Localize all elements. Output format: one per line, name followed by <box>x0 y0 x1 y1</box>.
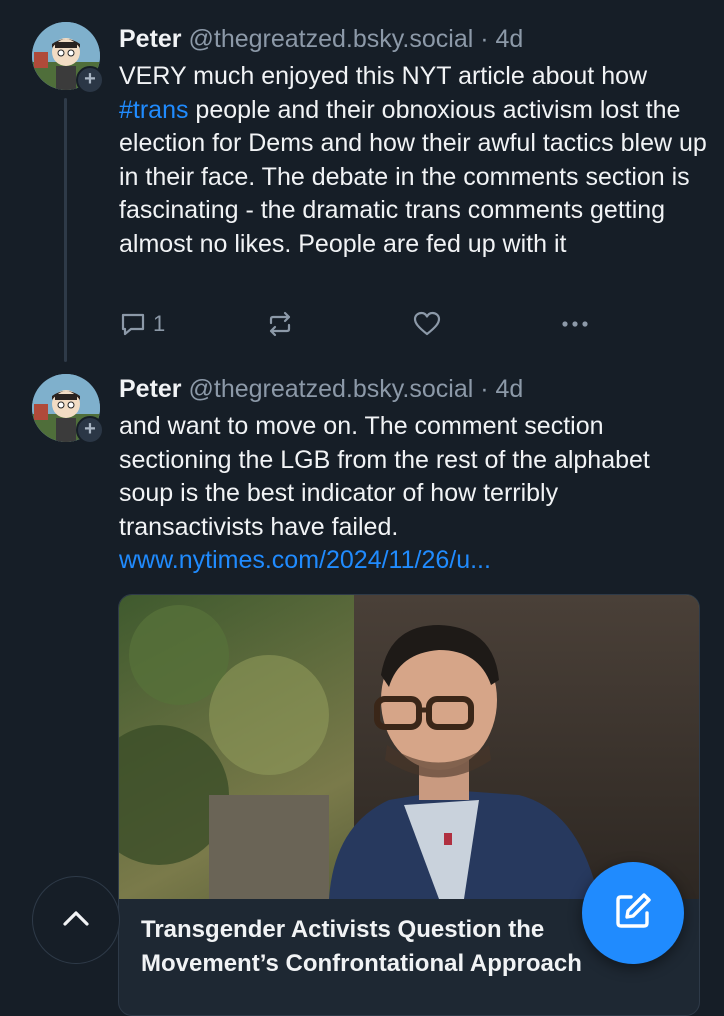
author-name[interactable]: Peter <box>119 375 182 403</box>
meta-separator: · <box>480 375 489 403</box>
post-age[interactable]: 4d <box>496 375 524 403</box>
article-image <box>119 595 699 899</box>
author-handle[interactable]: @thegreatzed.bsky.social <box>189 375 474 403</box>
post-meta: Peter @thegreatzed.bsky.social · 4d <box>119 24 523 54</box>
more-options-button[interactable] <box>559 309 591 339</box>
compose-icon <box>611 889 655 938</box>
thread-line <box>64 98 67 362</box>
scroll-to-top-button[interactable] <box>32 876 120 964</box>
meta-separator: · <box>480 25 489 53</box>
post-text: VERY much enjoyed this NYT article about… <box>119 60 709 261</box>
compose-button[interactable] <box>582 862 684 964</box>
speech-bubble-icon <box>119 310 147 338</box>
author-handle[interactable]: @thegreatzed.bsky.social <box>189 25 474 53</box>
plus-icon[interactable]: + <box>76 416 104 444</box>
post-age[interactable]: 4d <box>496 25 524 53</box>
plus-icon[interactable]: + <box>76 66 104 94</box>
hashtag-link[interactable]: #trans <box>119 96 188 124</box>
post-text-part: VERY much enjoyed this NYT article about… <box>119 62 648 90</box>
reply-button[interactable]: 1 <box>119 309 165 339</box>
repost-icon <box>265 310 295 338</box>
chevron-up-icon <box>61 908 91 933</box>
repost-button[interactable] <box>265 309 295 339</box>
post-meta: Peter @thegreatzed.bsky.social · 4d <box>119 374 523 404</box>
post-text-part: people and their obnoxious activism lost… <box>119 95 707 258</box>
post-1[interactable]: + Peter @thegreatzed.bsky.social · 4d VE… <box>0 0 724 370</box>
reply-count: 1 <box>153 311 166 336</box>
author-name[interactable]: Peter <box>119 25 182 53</box>
post-text-part: and want to move on. The comment section… <box>119 412 650 541</box>
post-text: and want to move on. The comment section… <box>119 410 709 578</box>
external-link[interactable]: www.nytimes.com/2024/11/26/u... <box>119 546 491 574</box>
like-button[interactable] <box>412 309 442 339</box>
post-actions: 1 <box>119 309 599 339</box>
heart-icon <box>412 310 442 338</box>
ellipsis-icon <box>559 310 591 338</box>
